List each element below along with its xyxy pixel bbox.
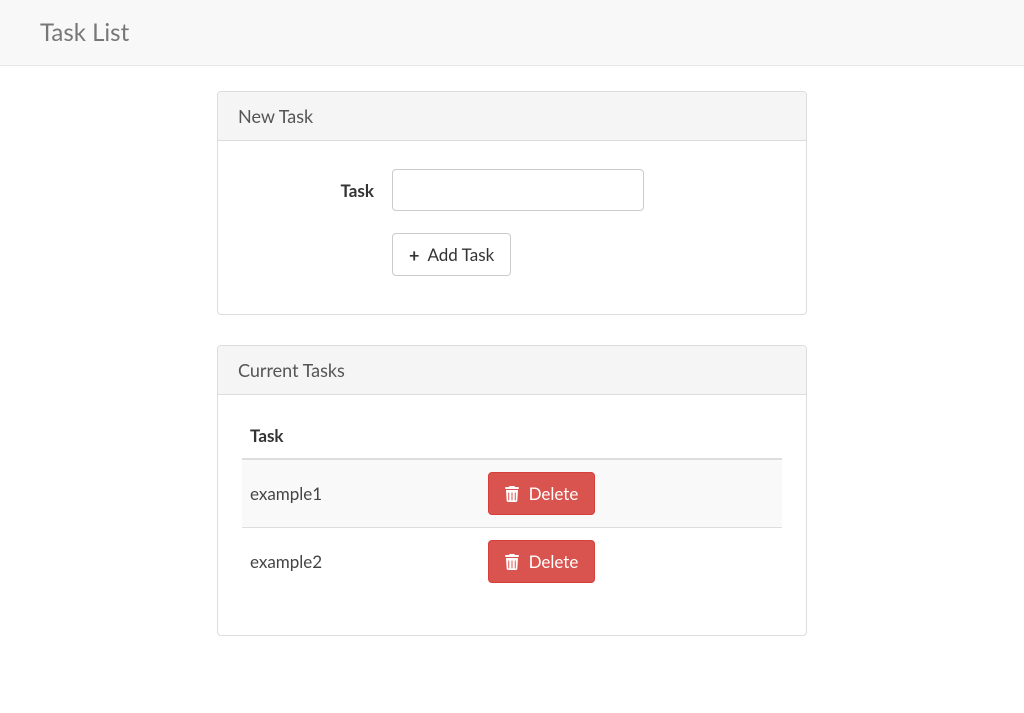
table-row: example2 Delete: [242, 528, 782, 596]
delete-button-label: Delete: [529, 551, 579, 572]
action-column-header: [480, 415, 782, 459]
task-action-cell: Delete: [480, 459, 782, 528]
task-action-cell: Delete: [480, 528, 782, 596]
current-tasks-panel: Current Tasks Task example1Deleteexample…: [217, 345, 807, 636]
task-column-header: Task: [242, 415, 480, 459]
new-task-body: Task + Add Task: [218, 141, 806, 314]
current-tasks-heading: Current Tasks: [218, 346, 806, 395]
task-name-cell: example2: [242, 528, 480, 596]
trash-icon: [505, 483, 519, 504]
current-tasks-body: Task example1 Delete example2 Delete: [218, 395, 806, 635]
delete-button[interactable]: Delete: [488, 540, 596, 583]
new-task-panel: New Task Task + Add Task: [217, 91, 807, 315]
add-task-button[interactable]: + Add Task: [392, 233, 511, 276]
delete-button-label: Delete: [529, 483, 579, 504]
tasks-table: Task example1 Delete example2 Delete: [242, 415, 782, 595]
add-task-row: + Add Task: [392, 233, 782, 276]
add-task-button-label: Add Task: [427, 244, 494, 265]
delete-button[interactable]: Delete: [488, 472, 596, 515]
new-task-heading: New Task: [218, 92, 806, 141]
trash-icon: [505, 551, 519, 572]
task-label: Task: [242, 180, 392, 201]
task-form-row: Task: [242, 169, 782, 211]
navbar: Task List: [0, 0, 1024, 66]
main-container: New Task Task + Add Task Current Tasks T…: [217, 66, 807, 636]
task-name-cell: example1: [242, 459, 480, 528]
navbar-brand: Task List: [0, 18, 1024, 47]
plus-icon: +: [409, 246, 419, 264]
table-row: example1 Delete: [242, 459, 782, 528]
task-input[interactable]: [392, 169, 644, 211]
